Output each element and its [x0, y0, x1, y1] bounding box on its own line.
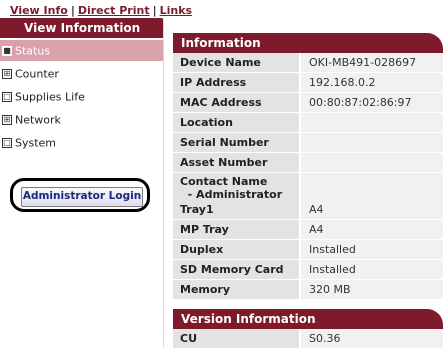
row-label: Tray1 [173, 200, 299, 219]
row-label: Asset Number [173, 153, 299, 172]
sidebar-item-label: Status [15, 44, 51, 58]
row-value: OKI-MB491-028697 [301, 53, 443, 72]
table-row: MP Tray A4 [173, 220, 443, 240]
table-row: CU S0.36 [173, 329, 443, 349]
row-value: Installed [301, 240, 443, 259]
sidebar-item-supplies-life[interactable]: □ Supplies Life [0, 86, 163, 107]
row-value: 00:80:87:02:86:97 [301, 93, 443, 112]
administrator-login-button[interactable]: Administrator Login [21, 187, 143, 207]
row-value [301, 113, 443, 132]
row-value: 192.168.0.2 [301, 73, 443, 92]
row-label: IP Address [173, 73, 299, 92]
table-row: SD Memory Card Installed [173, 260, 443, 280]
table-row: Duplex Installed [173, 240, 443, 260]
hardware-table: Tray1 A4 MP Tray A4 Duplex Installed SD … [173, 200, 443, 300]
table-row: Serial Number [173, 133, 443, 153]
view-info-link[interactable]: View Info [10, 4, 68, 17]
sidebar-item-network[interactable]: ⊞ Network [0, 109, 163, 130]
row-value: Installed [301, 260, 443, 279]
expand-plus-icon[interactable]: ⊞ [2, 69, 12, 79]
row-value: 320 MB [301, 280, 443, 299]
table-row: Device Name OKI-MB491-028697 [173, 53, 443, 73]
row-label: Duplex [173, 240, 299, 259]
table-row: MAC Address 00:80:87:02:86:97 [173, 93, 443, 113]
links-link[interactable]: Links [160, 4, 192, 17]
row-label: MP Tray [173, 220, 299, 239]
row-label: CU [173, 329, 299, 348]
row-value [301, 153, 443, 172]
row-label: Memory [173, 280, 299, 299]
version-information-header: Version Information [173, 309, 443, 329]
row-label: Location [173, 113, 299, 132]
row-label: Device Name [173, 53, 299, 72]
table-row: IP Address 192.168.0.2 [173, 73, 443, 93]
row-value: S0.36 [301, 329, 443, 348]
top-nav-links: View Info | Direct Print | Links [10, 4, 192, 17]
sidebar-item-label: Supplies Life [15, 90, 85, 104]
sidebar-item-status[interactable]: ■ Status [0, 40, 163, 61]
sidebar-item-label: Counter [15, 67, 59, 81]
row-label: MAC Address [173, 93, 299, 112]
row-value [301, 173, 443, 203]
sidebar-item-counter[interactable]: ⊞ Counter [0, 63, 163, 84]
empty-square-icon: □ [2, 92, 12, 102]
sidebar-item-label: System [15, 136, 57, 150]
table-row: Memory 320 MB [173, 280, 443, 300]
row-value: A4 [301, 220, 443, 239]
sidebar-item-label: Network [15, 113, 61, 127]
row-label: Contact Name - Administrator [173, 173, 299, 203]
sidebar: View Information ■ Status ⊞ Counter □ Suppl… [0, 18, 164, 347]
table-row: Asset Number [173, 153, 443, 173]
row-label-line: Contact Name [180, 175, 268, 188]
row-value: A4 [301, 200, 443, 219]
information-table: Device Name OKI-MB491-028697 IP Address … [173, 53, 443, 204]
row-value [301, 133, 443, 152]
empty-square-icon: □ [2, 138, 12, 148]
expand-plus-icon[interactable]: ⊞ [2, 115, 12, 125]
admin-login-highlight: Administrator Login [10, 178, 150, 212]
sidebar-item-system[interactable]: □ System [0, 132, 163, 153]
filled-square-icon: ■ [2, 46, 12, 56]
direct-print-link[interactable]: Direct Print [78, 4, 150, 17]
row-label: SD Memory Card [173, 260, 299, 279]
link-separator: | [152, 4, 157, 17]
version-table: CU S0.36 [173, 329, 443, 349]
row-label: Serial Number [173, 133, 299, 152]
information-header: Information [173, 33, 443, 53]
table-row: Tray1 A4 [173, 200, 443, 220]
table-row: Location [173, 113, 443, 133]
link-separator: | [70, 4, 75, 17]
sidebar-header: View Information [0, 18, 163, 38]
